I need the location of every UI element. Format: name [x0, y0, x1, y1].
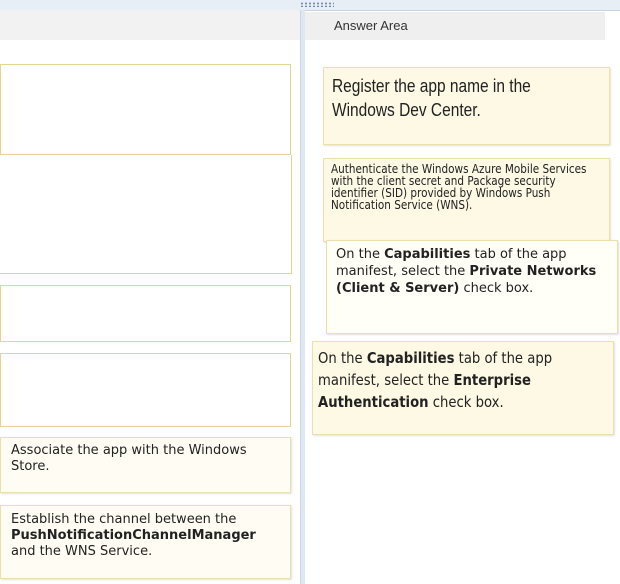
- answer-area-title: Answer Area: [334, 18, 408, 33]
- actions-header: [0, 10, 300, 40]
- action-slot-3[interactable]: [0, 285, 291, 342]
- choice-private-networks-pre: On the: [336, 247, 385, 262]
- choice-associate-store[interactable]: Associate the app with the Windows Store…: [0, 437, 291, 493]
- pane-divider[interactable]: [300, 10, 305, 584]
- choice-enterprise-auth-post: check box.: [428, 393, 504, 411]
- resize-grip-icon[interactable]: [300, 2, 334, 7]
- choice-enterprise-auth-pre: On the: [318, 349, 367, 367]
- choice-private-networks-bold-1: Capabilities: [384, 247, 471, 262]
- choice-enterprise-auth-text: On the Capabilities tab of the app manif…: [318, 347, 601, 413]
- choice-authenticate-text: Authenticate the Windows Azure Mobile Se…: [331, 162, 587, 212]
- choice-private-networks-post: check box.: [459, 281, 534, 296]
- choice-authenticate-azure[interactable]: Authenticate the Windows Azure Mobile Se…: [323, 158, 610, 242]
- slot-2-right-border: [291, 155, 292, 273]
- choice-private-networks-text: On the Capabilities tab of the app manif…: [336, 246, 608, 297]
- slot-2-bottom-border: [0, 273, 292, 274]
- choice-associate-text: Associate the app with the Windows Store…: [11, 443, 247, 474]
- action-slot-2[interactable]: [0, 155, 292, 273]
- choice-private-networks[interactable]: On the Capabilities tab of the app manif…: [326, 240, 618, 334]
- answer-area-header: Answer Area: [305, 12, 605, 40]
- choice-establish-text-bold: PushNotificationChannelManager: [11, 528, 256, 543]
- choice-establish-text-pre: Establish the channel between the: [11, 512, 237, 527]
- choice-register-app-name[interactable]: Register the app name in the Windows Dev…: [323, 67, 610, 145]
- choice-establish-channel[interactable]: Establish the channel between the PushNo…: [0, 505, 291, 579]
- choice-enterprise-auth-bold-1: Capabilities: [366, 349, 455, 367]
- choice-establish-text-post: and the WNS Service.: [11, 544, 153, 559]
- choice-enterprise-auth[interactable]: On the Capabilities tab of the app manif…: [312, 341, 614, 435]
- choice-register-text: Register the app name in the Windows Dev…: [332, 76, 531, 120]
- action-slot-4[interactable]: [0, 353, 291, 427]
- action-slot-1[interactable]: [0, 64, 291, 155]
